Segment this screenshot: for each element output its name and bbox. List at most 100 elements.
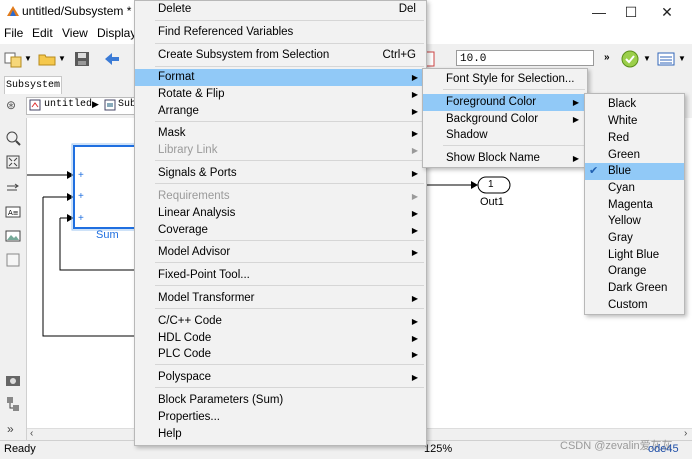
submenu-arrow-icon: ▶	[411, 373, 418, 382]
window-title: untitled/Subsystem * -	[22, 4, 139, 18]
sum-plus-1: +	[78, 170, 84, 181]
menu-item-signals-ports[interactable]: Signals & Ports ▶	[135, 165, 426, 182]
color-yellow[interactable]: Yellow	[585, 213, 684, 230]
model-settings-partial-icon[interactable]	[426, 49, 436, 69]
color-blue[interactable]: ✔ Blue	[585, 163, 684, 180]
color-gray[interactable]: Gray	[585, 230, 684, 247]
data-inspector-icon[interactable]	[656, 49, 676, 69]
menu-item-show-block-name[interactable]: Show Block Name ▶	[423, 150, 587, 167]
submenu-arrow-icon: ▶	[572, 154, 579, 163]
color-dark-green[interactable]: Dark Green	[585, 280, 684, 297]
menu-item-font-style[interactable]: Font Style for Selection...	[423, 71, 587, 88]
back-arrow-icon[interactable]	[102, 49, 122, 69]
submenu-arrow-icon: ▶	[411, 129, 418, 138]
outport-number[interactable]: 1	[488, 179, 494, 190]
new-dropdown-icon[interactable]: ▼	[24, 54, 32, 63]
menu-item-rotate-flip[interactable]: Rotate & Flip ▶	[135, 86, 426, 103]
arrow-icon[interactable]	[5, 180, 21, 196]
color-white[interactable]: White	[585, 113, 684, 130]
menu-item-block-parameters[interactable]: Block Parameters (Sum)	[135, 392, 426, 409]
submenu-arrow-icon: ▶	[411, 73, 418, 82]
sum-plus-3: +	[78, 213, 84, 224]
inspector-dropdown-icon[interactable]: ▼	[678, 54, 686, 63]
menu-item-model-advisor[interactable]: Model Advisor ▶	[135, 244, 426, 261]
image-icon[interactable]	[5, 228, 21, 244]
menu-item-fixed-point-tool[interactable]: Fixed-Point Tool...	[135, 267, 426, 284]
annotation-icon[interactable]: A≡	[5, 204, 21, 220]
format-submenu: Font Style for Selection... Foreground C…	[422, 68, 588, 168]
subsystem-icon	[104, 99, 116, 111]
color-green[interactable]: Green	[585, 147, 684, 164]
menu-item-model-transformer[interactable]: Model Transformer ▶	[135, 290, 426, 307]
menu-item-arrange[interactable]: Arrange ▶	[135, 103, 426, 120]
menu-view[interactable]: View	[62, 26, 88, 40]
menu-item-hdl-code[interactable]: HDL Code ▶	[135, 330, 426, 347]
submenu-arrow-icon: ▶	[411, 317, 418, 326]
minimize-button[interactable]: —	[584, 2, 614, 22]
color-magenta[interactable]: Magenta	[585, 197, 684, 214]
color-black[interactable]: Black	[585, 96, 684, 113]
close-button[interactable]: ✕	[652, 2, 682, 22]
menu-item-c-code[interactable]: C/C++ Code ▶	[135, 313, 426, 330]
menu-item-mask[interactable]: Mask ▶	[135, 125, 426, 142]
menu-item-format[interactable]: Format ▶	[135, 69, 426, 86]
new-model-icon[interactable]	[3, 49, 23, 69]
submenu-arrow-icon: ▶	[411, 90, 418, 99]
menu-item-plc-code[interactable]: PLC Code ▶	[135, 346, 426, 363]
submenu-arrow-icon: ▶	[572, 98, 579, 107]
submenu-arrow-icon: ▶	[411, 192, 418, 201]
expand-palette-icon[interactable]: »	[7, 422, 14, 436]
menu-edit[interactable]: Edit	[32, 26, 53, 40]
tab-subsystem[interactable]: Subsystem	[4, 76, 62, 94]
color-orange[interactable]: Orange	[585, 263, 684, 280]
foreground-color-submenu: Black White Red Green ✔ Blue Cyan Magenta…	[584, 93, 685, 315]
submenu-arrow-icon: ▶	[411, 146, 418, 155]
color-cyan[interactable]: Cyan	[585, 180, 684, 197]
menu-item-create-subsystem[interactable]: Create Subsystem from Selection Ctrl+G	[135, 47, 426, 64]
breadcrumb-root[interactable]: untitled	[44, 99, 92, 110]
explorer-icon[interactable]	[5, 396, 21, 412]
submenu-arrow-icon: ▶	[572, 115, 579, 124]
submenu-arrow-icon: ▶	[411, 350, 418, 359]
menu-item-help[interactable]: Help	[135, 426, 426, 443]
hide-explorer-icon[interactable]: ⊛	[6, 98, 16, 112]
menu-item-shadow[interactable]: Shadow	[423, 127, 587, 144]
open-folder-icon[interactable]	[37, 49, 57, 69]
save-icon[interactable]	[72, 49, 92, 69]
menu-item-polyspace[interactable]: Polyspace ▶	[135, 369, 426, 386]
menu-item-foreground-color[interactable]: Foreground Color ▶	[423, 94, 587, 111]
submenu-arrow-icon: ▶	[411, 209, 418, 218]
menu-file[interactable]: File	[4, 26, 23, 40]
sum-plus-2: +	[78, 191, 84, 202]
check-dropdown-icon[interactable]: ▼	[643, 54, 651, 63]
menu-item-requirements: Requirements ▶	[135, 188, 426, 205]
zoom-icon[interactable]	[5, 130, 21, 146]
model-icon	[29, 99, 41, 111]
menu-item-delete[interactable]: Delete Del	[135, 1, 426, 18]
menu-display[interactable]: Display	[97, 26, 136, 40]
scroll-left-icon[interactable]: ‹	[30, 428, 33, 439]
fit-to-view-icon[interactable]	[5, 154, 21, 170]
menu-item-coverage[interactable]: Coverage ▶	[135, 222, 426, 239]
more-chevron-icon[interactable]: »	[604, 52, 610, 63]
sum-block-label[interactable]: Sum	[96, 229, 119, 241]
outport-label[interactable]: Out1	[480, 196, 504, 208]
color-light-blue[interactable]: Light Blue	[585, 247, 684, 264]
open-dropdown-icon[interactable]: ▼	[58, 54, 66, 63]
menu-item-linear-analysis[interactable]: Linear Analysis ▶	[135, 205, 426, 222]
submenu-arrow-icon: ▶	[411, 248, 418, 257]
menu-item-find-referenced-variables[interactable]: Find Referenced Variables	[135, 24, 426, 41]
menu-item-properties[interactable]: Properties...	[135, 409, 426, 426]
area-icon[interactable]	[5, 252, 21, 268]
color-red[interactable]: Red	[585, 130, 684, 147]
check-model-icon[interactable]	[620, 49, 640, 69]
maximize-button[interactable]: ☐	[616, 2, 646, 22]
scroll-right-icon[interactable]: ›	[684, 428, 687, 439]
menu-item-background-color[interactable]: Background Color ▶	[423, 111, 587, 128]
screenshot-icon[interactable]	[5, 372, 21, 388]
status-solver[interactable]: ode45	[648, 443, 679, 455]
color-custom[interactable]: Custom	[585, 297, 684, 314]
submenu-arrow-icon: ▶	[411, 334, 418, 343]
svg-text:A≡: A≡	[8, 209, 19, 217]
stop-time-input[interactable]: 10.0	[456, 50, 594, 66]
